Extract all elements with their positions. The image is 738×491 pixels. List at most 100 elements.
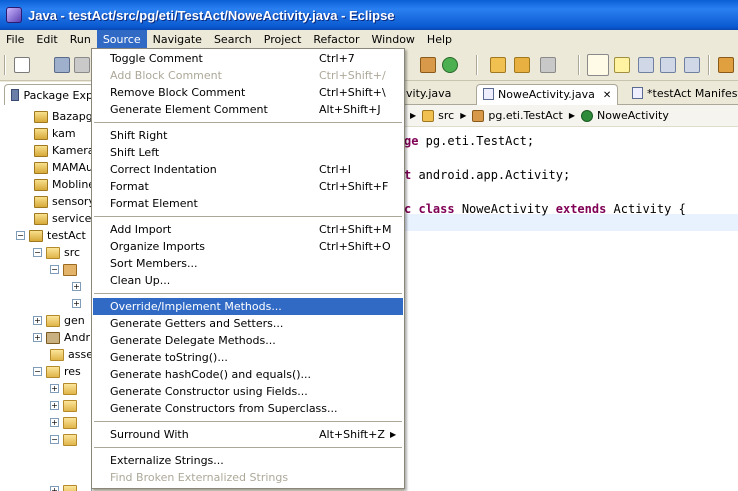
expand-icon[interactable]: + [50, 384, 59, 393]
menu-search[interactable]: Search [208, 30, 258, 49]
tree-item[interactable]: + [50, 482, 81, 491]
menu-edit[interactable]: Edit [30, 30, 63, 49]
tree-item[interactable]: MoblineA [34, 176, 91, 193]
package-icon [472, 109, 485, 122]
tree-item[interactable]: − res [33, 363, 81, 380]
collapse-icon[interactable]: − [50, 435, 59, 444]
toolbar-separator [476, 55, 478, 75]
tree-item-label: src [64, 246, 81, 259]
submenu-arrow-icon: ▶ [390, 430, 397, 439]
tree-item[interactable]: asse [50, 346, 91, 363]
expand-icon[interactable]: + [33, 333, 42, 342]
menu-item-generate-tostring[interactable]: Generate toString()... [93, 349, 403, 366]
tree-item[interactable]: − testAct [16, 227, 86, 244]
menu-separator [94, 447, 402, 449]
menu-item-generate-constructor-fields[interactable]: Generate Constructor using Fields... [93, 383, 403, 400]
menu-item-remove-block-comment[interactable]: Remove Block Comment Ctrl+Shift+\ [93, 84, 403, 101]
tab-noweactivity[interactable]: NoweActivity.java ✕ [476, 84, 619, 105]
menu-item-find-broken-externalized-strings[interactable]: Find Broken Externalized Strings [93, 469, 403, 486]
menu-item-shift-right[interactable]: Shift Right [93, 127, 403, 144]
expand-icon[interactable]: + [50, 401, 59, 410]
breadcrumb-package[interactable]: pg.eti.TestAct [488, 109, 562, 122]
menu-separator [94, 216, 402, 218]
tree-item-label: MoblineA [52, 178, 91, 191]
expand-icon[interactable]: + [50, 418, 59, 427]
folder-icon [63, 416, 77, 429]
menu-item-externalize-strings[interactable]: Externalize Strings... [93, 452, 403, 469]
breadcrumb-src[interactable]: src [438, 109, 454, 122]
code-editor[interactable]: ge pg.eti.TestAct; t android.app.Activit… [404, 127, 738, 491]
tree-item[interactable]: KameraA [34, 142, 91, 159]
menu-item-add-import[interactable]: Add Import Ctrl+Shift+M [93, 221, 403, 238]
highlight-icon[interactable] [614, 57, 630, 73]
menu-item-generate-constructors-superclass[interactable]: Generate Constructors from Superclass... [93, 400, 403, 417]
collapse-icon[interactable]: − [50, 265, 59, 274]
menu-item-add-block-comment[interactable]: Add Block Comment Ctrl+Shift+/ [93, 67, 403, 84]
tree-item[interactable]: − src [33, 244, 80, 261]
collapse-icon[interactable]: − [16, 231, 25, 240]
next-annotation-icon[interactable] [718, 57, 734, 73]
menu-item-correct-indentation[interactable]: Correct Indentation Ctrl+I [93, 161, 403, 178]
new-icon[interactable] [14, 57, 30, 73]
tree-item[interactable]: service_ [34, 210, 91, 227]
folder-icon [63, 399, 77, 412]
expand-icon[interactable]: + [50, 486, 59, 491]
menu-source[interactable]: Source [96, 30, 147, 49]
menu-item-surround-with[interactable]: Surround With Alt+Shift+Z ▶ [93, 426, 403, 443]
menu-item-toggle-comment[interactable]: Toggle Comment Ctrl+7 [93, 50, 403, 67]
menu-run[interactable]: Run [64, 30, 97, 49]
tree-item[interactable]: + [72, 295, 85, 312]
menu-project[interactable]: Project [258, 30, 308, 49]
block-selection-icon[interactable] [660, 57, 676, 73]
show-whitespace-icon[interactable] [638, 57, 654, 73]
menu-item-generate-getters-setters[interactable]: Generate Getters and Setters... [93, 315, 403, 332]
tab-label: NoweActivity.java [498, 88, 595, 101]
expand-icon[interactable]: + [72, 282, 81, 291]
collapse-icon[interactable]: − [33, 248, 42, 257]
tree-item[interactable]: + gen [33, 312, 85, 329]
new-class-icon[interactable] [442, 57, 458, 73]
search-icon[interactable] [540, 57, 556, 73]
menu-window[interactable]: Window [366, 30, 421, 49]
print-icon[interactable] [74, 57, 90, 73]
tab-previous-java[interactable]: vity.java [400, 84, 457, 105]
tree-item[interactable]: − [50, 431, 81, 448]
tree-item[interactable]: + [72, 278, 85, 295]
menu-item-format-element[interactable]: Format Element [93, 195, 403, 212]
tree-item[interactable]: Bazapga [34, 108, 91, 125]
open-resource-icon[interactable] [514, 57, 530, 73]
paragraph-icon[interactable] [684, 57, 700, 73]
tree-item[interactable]: + [50, 397, 81, 414]
new-package-icon[interactable] [420, 57, 436, 73]
breadcrumb-class[interactable]: NoweActivity [597, 109, 669, 122]
menu-item-organize-imports[interactable]: Organize Imports Ctrl+Shift+O [93, 238, 403, 255]
menu-item-generate-element-comment[interactable]: Generate Element Comment Alt+Shift+J [93, 101, 403, 118]
tree-item[interactable]: MAMAug [34, 159, 91, 176]
save-icon[interactable] [54, 57, 70, 73]
menu-file[interactable]: File [0, 30, 30, 49]
tree-item[interactable]: − [50, 261, 81, 278]
tab-manifest[interactable]: *testAct Manifest [626, 84, 738, 105]
menu-navigate[interactable]: Navigate [147, 30, 208, 49]
menu-item-override-implement-methods[interactable]: Override/Implement Methods... [93, 298, 403, 315]
menu-item-format[interactable]: Format Ctrl+Shift+F [93, 178, 403, 195]
tree-item[interactable]: + Andr [33, 329, 90, 346]
menu-item-generate-hashcode-equals[interactable]: Generate hashCode() and equals()... [93, 366, 403, 383]
menu-item-clean-up[interactable]: Clean Up... [93, 272, 403, 289]
close-icon[interactable]: ✕ [603, 90, 611, 101]
link-editor-icon[interactable] [587, 54, 609, 76]
menu-item-shift-left[interactable]: Shift Left [93, 144, 403, 161]
expand-icon[interactable]: + [72, 299, 81, 308]
tree-item[interactable]: kam [34, 125, 76, 142]
expand-icon[interactable]: + [33, 316, 42, 325]
collapse-icon[interactable]: − [33, 367, 42, 376]
menu-help[interactable]: Help [421, 30, 458, 49]
open-type-icon[interactable] [490, 57, 506, 73]
menu-item-sort-members[interactable]: Sort Members... [93, 255, 403, 272]
tree-item[interactable]: + [50, 380, 81, 397]
menu-refactor[interactable]: Refactor [307, 30, 365, 49]
menu-item-generate-delegate-methods[interactable]: Generate Delegate Methods... [93, 332, 403, 349]
package-explorer-tab[interactable]: Package Exp [4, 84, 91, 105]
tree-item[interactable]: sensory [34, 193, 91, 210]
tree-item[interactable]: + [50, 414, 81, 431]
